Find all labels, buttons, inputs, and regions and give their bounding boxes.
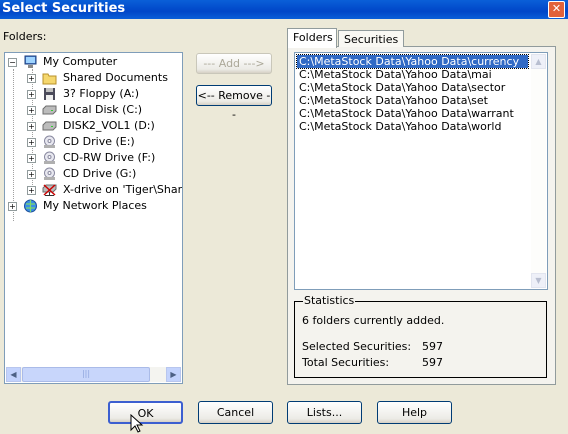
scroll-up-icon[interactable]: ▲ <box>531 54 546 69</box>
help-button[interactable]: Help <box>377 401 452 424</box>
tree-item-label: Local Disk (C:) <box>63 103 143 116</box>
mouse-cursor-icon <box>130 414 144 433</box>
expand-icon[interactable]: + <box>27 186 36 195</box>
ok-button[interactable]: OK <box>108 401 183 424</box>
scroll-thumb[interactable]: ||| <box>22 367 150 382</box>
cd-icon <box>44 135 55 148</box>
scroll-down-icon[interactable]: ▼ <box>531 273 546 288</box>
lists-button[interactable]: Lists... <box>287 401 362 424</box>
total-securities-value: 597 <box>422 356 443 369</box>
total-securities-label: Total Securities: <box>302 356 390 369</box>
network-places-icon <box>24 199 37 213</box>
scroll-left-icon[interactable]: ◀ <box>6 367 21 382</box>
add-button[interactable]: --- Add ---> <box>196 53 272 74</box>
folders-label: Folders: <box>3 30 47 43</box>
disk-icon <box>42 105 57 115</box>
expand-icon[interactable]: + <box>27 138 36 147</box>
expand-icon[interactable]: + <box>27 74 36 83</box>
list-item[interactable]: C:\MetaStock Data\Yahoo Data\world <box>297 120 503 133</box>
remove-button[interactable]: <-- Remove -- <box>196 85 272 121</box>
scroll-right-icon[interactable]: ▶ <box>166 367 181 382</box>
folder-tree[interactable]: − My Computer + Shared Documents + 3? Fl… <box>4 52 183 384</box>
expand-icon[interactable]: + <box>27 170 36 179</box>
tree-item-label: X-drive on 'Tiger\Shared <box>63 183 183 196</box>
list-item[interactable]: C:\MetaStock Data\Yahoo Data\sector <box>297 81 507 94</box>
tree-item-label: 3? Floppy (A:) <box>63 87 140 100</box>
tree-item-label: My Network Places <box>43 199 147 212</box>
title-bar: Select Securities ✕ <box>0 0 568 19</box>
tree-horizontal-scrollbar[interactable]: ◀ ||| ▶ <box>6 367 181 382</box>
list-vertical-scrollbar[interactable]: ▲ ▼ <box>531 54 546 288</box>
tree-item-label: CD-RW Drive (F:) <box>63 151 156 164</box>
statistics-summary: 6 folders currently added. <box>302 314 445 327</box>
statistics-group: Statistics 6 folders currently added. Se… <box>294 294 547 378</box>
list-item[interactable]: C:\MetaStock Data\Yahoo Data\set <box>297 94 490 107</box>
disk-icon <box>42 121 57 131</box>
tree-item-label: CD Drive (E:) <box>63 135 135 148</box>
cd-icon <box>44 151 55 164</box>
expand-icon[interactable]: + <box>8 202 17 211</box>
list-item[interactable]: C:\MetaStock Data\Yahoo Data\warrant <box>297 107 516 120</box>
expand-icon[interactable]: + <box>27 122 36 131</box>
computer-icon <box>24 55 37 68</box>
selected-securities-label: Selected Securities: <box>302 340 412 353</box>
tab-securities[interactable]: Securities <box>338 30 405 47</box>
tree-item-label: DISK2_VOL1 (D:) <box>63 119 155 132</box>
window-title: Select Securities <box>2 1 126 16</box>
expand-icon[interactable]: + <box>27 90 36 99</box>
floppy-icon <box>44 88 55 100</box>
tab-folders[interactable]: Folders <box>287 28 337 48</box>
collapse-icon[interactable]: − <box>8 58 17 67</box>
tree-item-label: CD Drive (G:) <box>63 167 137 180</box>
list-item[interactable]: C:\MetaStock Data\Yahoo Data\currency <box>296 54 529 69</box>
statistics-title: Statistics <box>303 294 356 307</box>
network-drive-icon <box>42 184 57 196</box>
tree-item-label: My Computer <box>43 55 118 68</box>
tree-item-label: Shared Documents <box>63 71 168 84</box>
list-item[interactable]: C:\MetaStock Data\Yahoo Data\mai <box>297 68 494 81</box>
expand-icon[interactable]: + <box>27 154 36 163</box>
cd-icon <box>44 167 55 180</box>
selected-securities-value: 597 <box>422 340 443 353</box>
cancel-button[interactable]: Cancel <box>198 401 273 424</box>
close-icon[interactable]: ✕ <box>548 1 565 18</box>
folder-icon <box>42 73 57 85</box>
added-folders-list[interactable]: C:\MetaStock Data\Yahoo Data\currency C:… <box>294 52 548 290</box>
expand-icon[interactable]: + <box>27 106 36 115</box>
